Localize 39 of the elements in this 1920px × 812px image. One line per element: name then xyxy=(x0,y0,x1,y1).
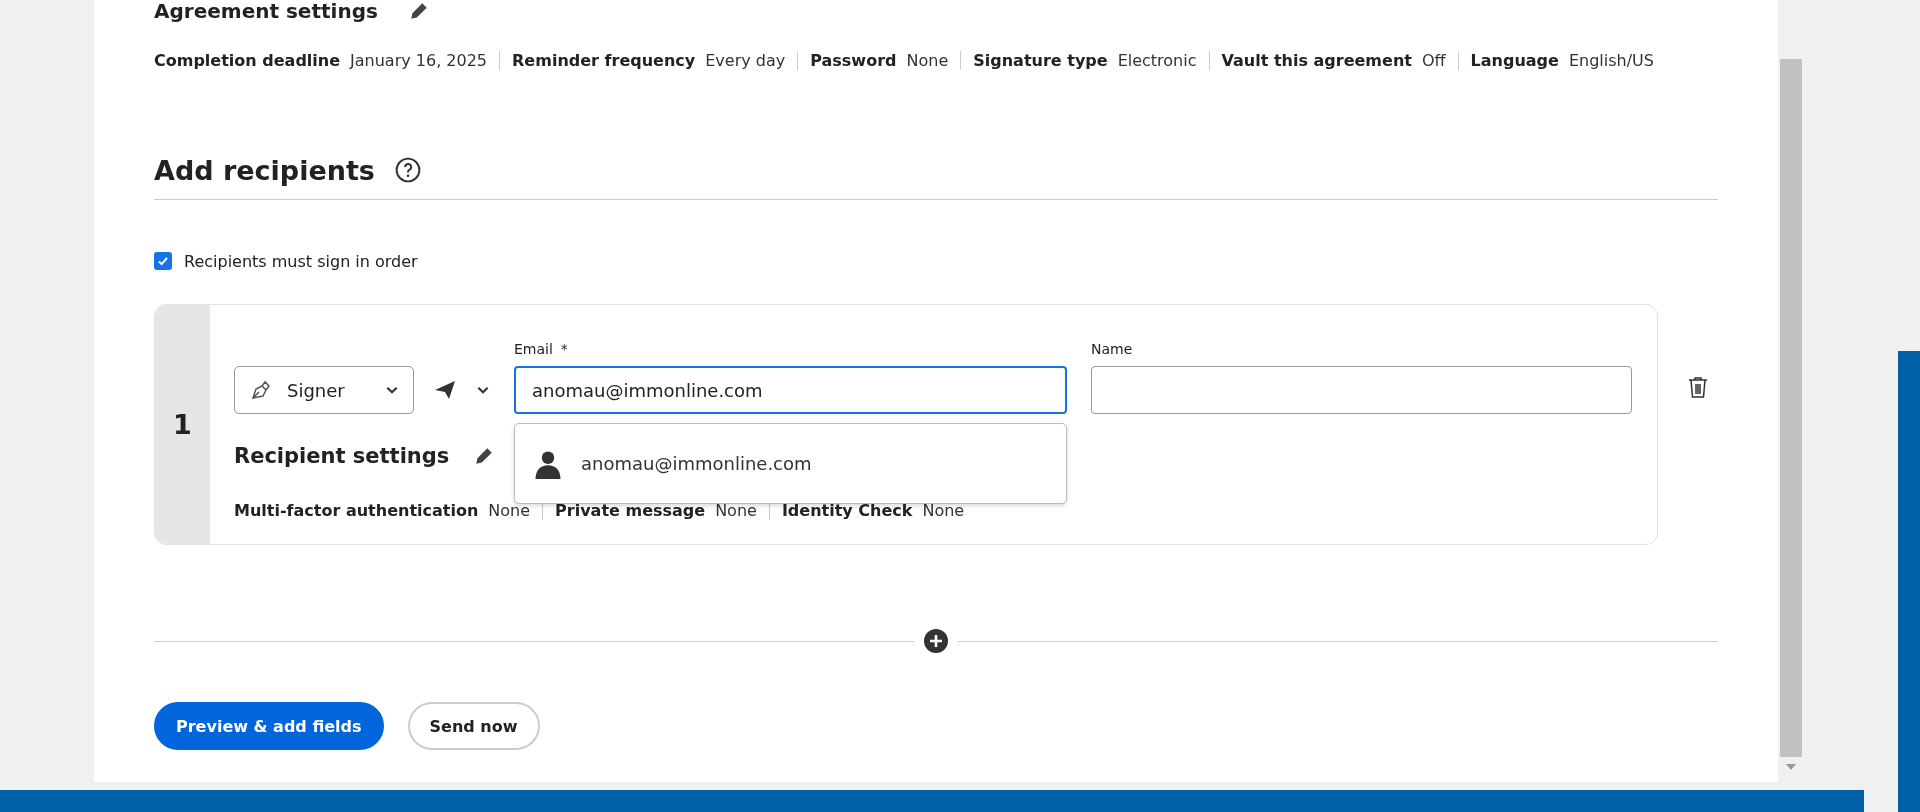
setting-label: Reminder frequency xyxy=(512,50,696,70)
setting-value: January 16, 2025 xyxy=(350,50,488,70)
field-label: Email xyxy=(514,341,553,358)
setting-value: Every day xyxy=(705,50,786,70)
setting-label: Multi-factor authentication xyxy=(234,500,479,520)
setting-value: Electronic xyxy=(1117,50,1197,70)
suggestion-item[interactable]: anomau@immonline.com xyxy=(533,448,812,479)
setting-value: None xyxy=(922,500,965,520)
email-field[interactable]: anomau@immonline.com xyxy=(514,366,1067,414)
setting-label: Private message xyxy=(555,500,706,520)
recipient-number: 1 xyxy=(173,409,192,440)
trash-icon[interactable] xyxy=(1686,374,1710,400)
setting-label: Identity Check xyxy=(781,500,913,520)
setting-label: Password xyxy=(810,50,897,70)
preview-button[interactable]: Preview & add fields xyxy=(154,702,384,750)
setting-value: None xyxy=(488,500,531,520)
setting-label: Completion deadline xyxy=(154,50,341,70)
setting-value: None xyxy=(715,500,757,520)
add-icon[interactable] xyxy=(924,629,948,653)
role-dropdown[interactable]: Signer xyxy=(234,366,414,414)
help-icon[interactable] xyxy=(394,157,421,183)
checkbox-label: Recipients must sign in order xyxy=(184,251,418,271)
section-title: Recipient settings xyxy=(234,443,450,468)
setting-value: None xyxy=(906,50,949,70)
setting-label: Signature type xyxy=(973,50,1108,70)
pen-icon xyxy=(249,378,273,402)
setting-label: Vault this agreement xyxy=(1221,50,1412,70)
checkbox[interactable] xyxy=(154,252,172,270)
name-field[interactable] xyxy=(1091,366,1632,414)
section-title: Add recipients xyxy=(154,154,375,186)
setting-label: Language xyxy=(1470,50,1559,70)
checkmark-icon xyxy=(157,255,169,267)
scrollbar-thumb[interactable] xyxy=(1780,59,1802,757)
setting-value: Off xyxy=(1421,50,1446,70)
required-mark: * xyxy=(560,341,568,358)
section-title: Agreement settings xyxy=(154,0,378,24)
field-label: Name xyxy=(1091,341,1134,358)
setting-value: English/US xyxy=(1568,50,1654,70)
send-button[interactable]: Send now xyxy=(407,702,540,750)
